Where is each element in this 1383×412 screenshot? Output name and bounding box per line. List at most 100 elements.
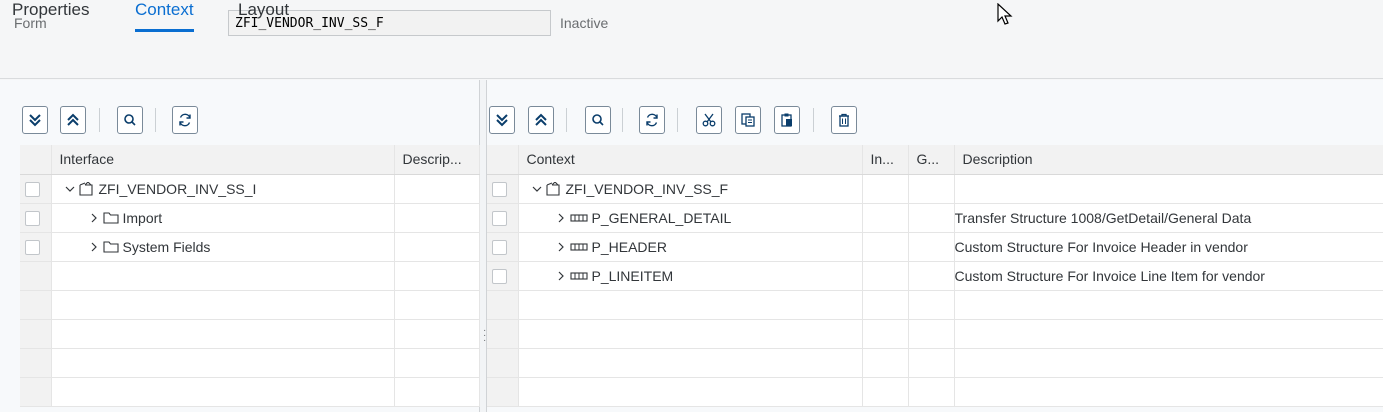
description-cell	[954, 174, 1383, 204]
delete-button[interactable]	[831, 106, 857, 134]
form-header	[0, 0, 1383, 80]
tree-node-label: ZFI_VENDOR_INV_SS_F	[565, 180, 729, 197]
row-checkbox[interactable]	[492, 181, 507, 197]
collapse-all-icon	[67, 113, 79, 126]
column-header-g[interactable]: G...	[908, 145, 955, 175]
chevron-down-icon[interactable]	[531, 183, 543, 195]
empty-row	[487, 377, 1383, 407]
table-header-row: Interface Descrip...	[20, 145, 480, 175]
interface-icon	[545, 181, 560, 196]
tree-node-label: ZFI_VENDOR_INV_SS_I	[98, 180, 257, 197]
empty-row	[20, 319, 480, 349]
toolbar-separator	[813, 108, 814, 132]
refresh-icon	[646, 113, 658, 127]
interface-icon	[78, 181, 93, 196]
toolbar-separator	[622, 108, 623, 132]
left-refresh-button[interactable]	[172, 106, 198, 134]
search-icon	[592, 114, 604, 126]
empty-row	[20, 290, 480, 320]
column-header-description[interactable]: Description	[954, 145, 1383, 175]
paste-button[interactable]	[774, 106, 800, 134]
structure-icon	[569, 213, 588, 222]
tree-node-label: Import	[122, 209, 163, 226]
right-expand-all-button[interactable]	[489, 106, 515, 134]
chevron-right-icon[interactable]	[88, 212, 100, 224]
chevron-right-icon[interactable]	[88, 241, 100, 253]
column-header-context[interactable]: Context	[518, 145, 863, 175]
row-checkbox[interactable]	[25, 239, 40, 255]
folder-icon	[102, 212, 119, 224]
description-cell: Transfer Structure 1008/GetDetail/Genera…	[954, 203, 1383, 233]
select-all-cell[interactable]	[20, 145, 52, 175]
toolbar-separator	[155, 108, 156, 132]
description-cell: Custom Structure For Invoice Header in v…	[954, 232, 1383, 262]
row-checkbox[interactable]	[492, 239, 507, 255]
right-refresh-button[interactable]	[639, 106, 665, 134]
paste-icon	[781, 113, 792, 127]
row-checkbox[interactable]	[492, 210, 507, 226]
table-row[interactable]: ZFI_VENDOR_INV_SS_I	[20, 174, 480, 204]
empty-row	[20, 348, 480, 378]
empty-row	[487, 348, 1383, 378]
interface-tree-table: Interface Descrip... ZFI_VENDOR_INV_SS_I…	[20, 145, 480, 407]
tree-node-label: System Fields	[122, 238, 211, 255]
description-cell	[394, 232, 480, 262]
chevron-right-icon[interactable]	[555, 270, 567, 282]
right-collapse-all-button[interactable]	[528, 106, 554, 134]
left-expand-all-button[interactable]	[22, 106, 48, 134]
description-cell: Custom Structure For Invoice Line Item f…	[954, 261, 1383, 291]
empty-row	[20, 377, 480, 407]
table-row[interactable]: P_GENERAL_DETAIL Transfer Structure 1008…	[487, 203, 1383, 233]
column-header-description[interactable]: Descrip...	[394, 145, 480, 175]
right-search-button[interactable]	[585, 106, 611, 134]
table-header-row: Context In... G... Description	[487, 145, 1383, 175]
select-all-cell[interactable]	[487, 145, 519, 175]
description-cell	[394, 203, 480, 233]
chevron-right-icon[interactable]	[555, 212, 567, 224]
table-row[interactable]: P_HEADER Custom Structure For Invoice He…	[487, 232, 1383, 262]
collapse-all-icon	[535, 113, 547, 126]
column-header-in[interactable]: In...	[862, 145, 909, 175]
row-checkbox[interactable]	[25, 181, 40, 197]
table-row[interactable]: P_LINEITEM Custom Structure For Invoice …	[487, 261, 1383, 291]
empty-row	[20, 261, 480, 291]
table-row[interactable]: Import	[20, 203, 480, 233]
tab-layout[interactable]: Layout	[238, 0, 289, 32]
toolbar-separator	[99, 108, 100, 132]
tree-node-label: P_HEADER	[591, 238, 667, 255]
context-tree-table: Context In... G... Description ZFI_VENDO…	[487, 145, 1383, 407]
toolbar-separator	[677, 108, 678, 132]
search-icon	[124, 114, 136, 126]
cut-button[interactable]	[696, 106, 722, 134]
tree-node-label: P_LINEITEM	[591, 267, 674, 284]
status-text: Inactive	[560, 15, 609, 31]
table-row[interactable]: ZFI_VENDOR_INV_SS_F	[487, 174, 1383, 204]
chevron-right-icon[interactable]	[555, 241, 567, 253]
mouse-cursor-icon	[997, 3, 1013, 25]
refresh-icon	[179, 113, 191, 127]
table-row[interactable]: System Fields	[20, 232, 480, 262]
copy-button[interactable]	[735, 106, 761, 134]
tab-context[interactable]: Context	[135, 0, 194, 32]
delete-icon	[839, 113, 849, 127]
panel-splitter[interactable]: · · ·	[479, 80, 487, 412]
expand-all-icon	[496, 114, 508, 127]
splitter-grip-icon: · · ·	[483, 325, 487, 346]
column-header-interface[interactable]: Interface	[51, 145, 395, 175]
folder-icon	[102, 241, 119, 253]
toolbar-separator	[566, 108, 567, 132]
structure-icon	[569, 271, 588, 280]
description-cell	[394, 174, 480, 204]
left-collapse-all-button[interactable]	[60, 106, 86, 134]
tree-node-label: P_GENERAL_DETAIL	[591, 209, 732, 226]
left-search-button[interactable]	[117, 106, 143, 134]
cut-icon	[702, 113, 716, 127]
row-checkbox[interactable]	[492, 268, 507, 284]
tab-bar-divider	[0, 78, 1383, 79]
copy-icon	[741, 113, 755, 127]
tab-properties[interactable]: Properties	[12, 0, 89, 32]
empty-row	[487, 319, 1383, 349]
expand-all-icon	[29, 114, 41, 127]
row-checkbox[interactable]	[25, 210, 40, 226]
chevron-down-icon[interactable]	[64, 183, 76, 195]
